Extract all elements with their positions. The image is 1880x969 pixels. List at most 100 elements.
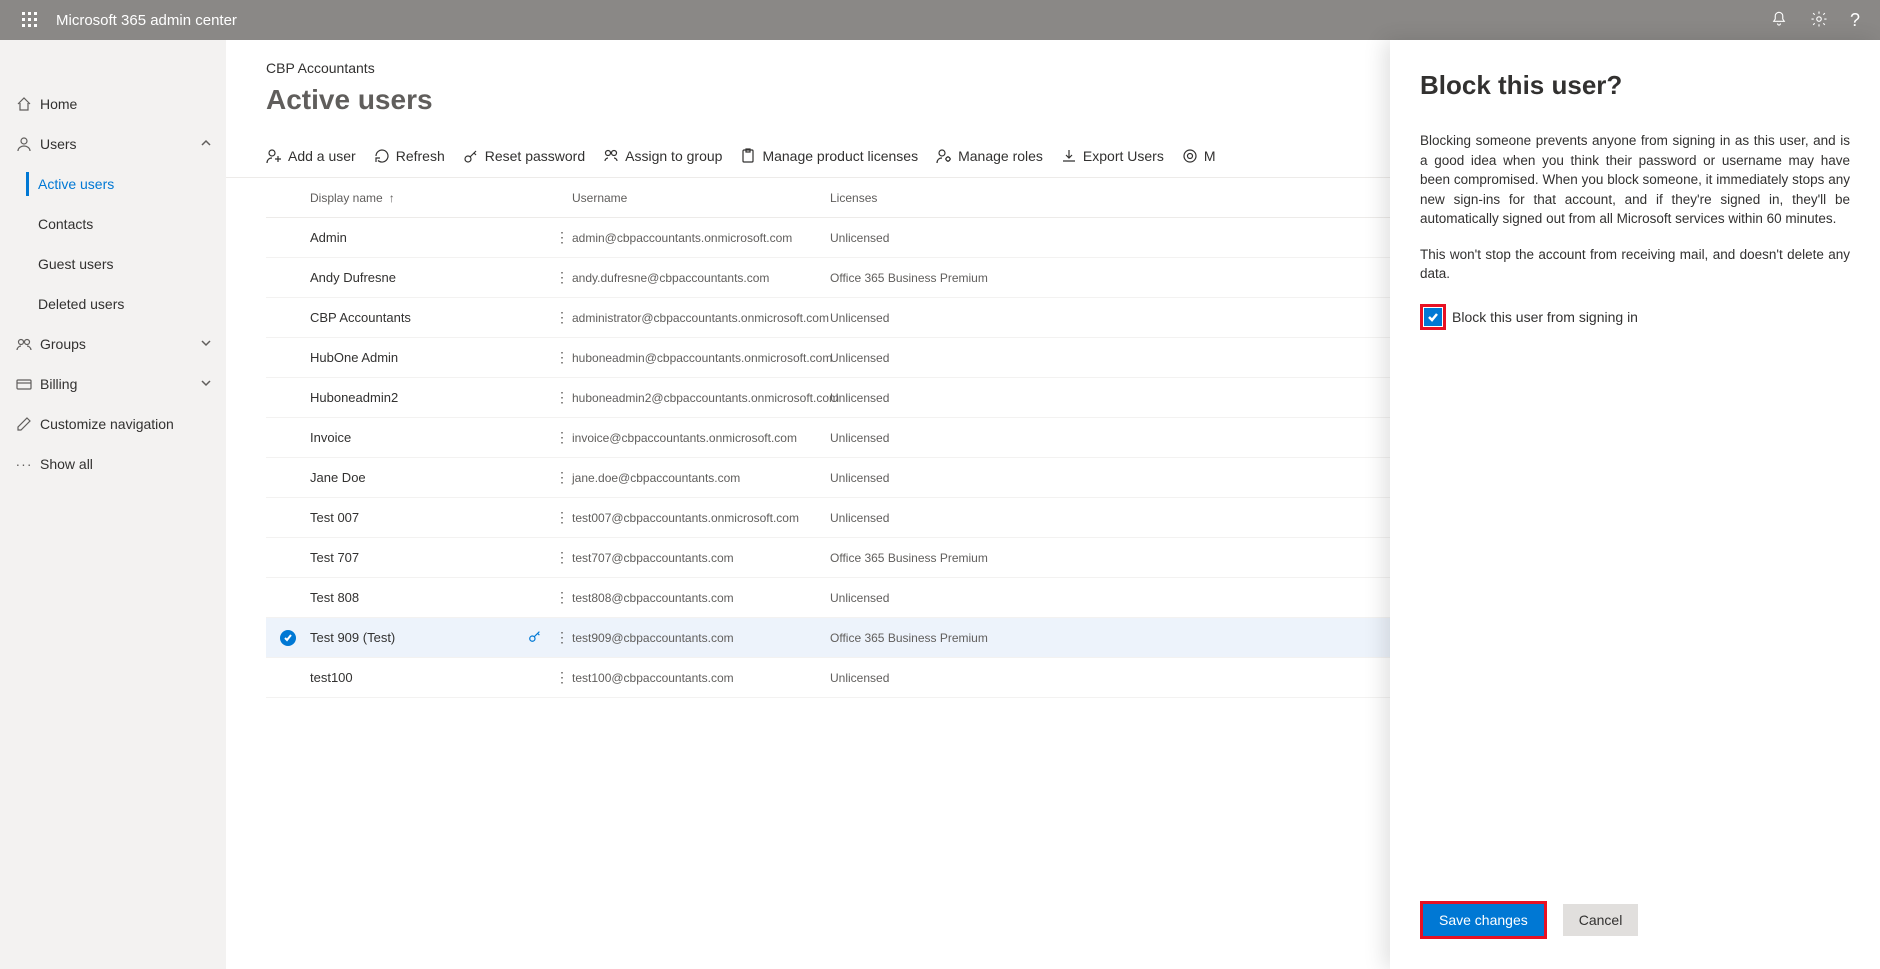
refresh-button[interactable]: Refresh [374,148,445,164]
export-users-button[interactable]: Export Users [1061,148,1164,164]
cancel-button[interactable]: Cancel [1563,904,1639,936]
row-username: test100@cbpaccountants.com [572,671,830,685]
user-icon [14,136,34,152]
manage-licenses-label: Manage product licenses [762,148,918,164]
row-more-menu[interactable]: ⋮ [552,469,572,486]
row-more-menu[interactable]: ⋮ [552,229,572,246]
row-display-name: CBP Accountants [310,310,552,325]
more-commands-label: M [1204,148,1216,164]
app-launcher-button[interactable] [10,0,50,40]
row-more-menu[interactable]: ⋮ [552,629,572,646]
nav-deleted-users-label: Deleted users [38,296,124,312]
assign-group-label: Assign to group [625,148,722,164]
nav-show-all[interactable]: ··· Show all [0,444,226,484]
nav-guest-users-label: Guest users [38,256,113,272]
assign-group-icon [603,148,619,164]
block-user-panel: Block this user? Blocking someone preven… [1390,40,1880,969]
block-signin-checkbox-highlight [1420,304,1446,330]
settings-button[interactable] [1810,10,1828,31]
col-display-name[interactable]: Display name ↑ [310,191,552,205]
row-more-menu[interactable]: ⋮ [552,509,572,526]
more-commands-button[interactable]: M [1182,148,1216,164]
row-more-menu[interactable]: ⋮ [552,349,572,366]
block-signin-checkbox[interactable] [1424,308,1442,326]
add-user-icon [266,148,282,164]
nav-show-all-label: Show all [40,456,93,472]
row-username: test007@cbpaccountants.onmicrosoft.com [572,511,830,525]
top-app-bar: Microsoft 365 admin center ? [0,0,1880,40]
bell-icon [1770,10,1788,28]
row-display-name: Test 909 (Test) [310,630,552,645]
reset-password-button[interactable]: Reset password [463,148,585,164]
row-display-name: HubOne Admin [310,350,552,365]
row-more-menu[interactable]: ⋮ [552,269,572,286]
row-more-menu[interactable]: ⋮ [552,309,572,326]
nav-deleted-users[interactable]: Deleted users [0,284,226,324]
row-username: test707@cbpaccountants.com [572,551,830,565]
nav-home[interactable]: Home [0,84,226,124]
gear-icon [1810,10,1828,28]
row-more-menu[interactable]: ⋮ [552,389,572,406]
add-user-button[interactable]: Add a user [266,148,356,164]
manage-licenses-button[interactable]: Manage product licenses [740,148,918,164]
row-display-name: Test 707 [310,550,552,565]
col-display-name-label: Display name [310,191,383,205]
chevron-up-icon [200,136,212,152]
row-display-name: Test 007 [310,510,552,525]
nav-billing-label: Billing [40,376,77,392]
nav-home-label: Home [40,96,77,112]
nav-guest-users[interactable]: Guest users [0,244,226,284]
panel-description-1: Blocking someone prevents anyone from si… [1420,131,1850,229]
manage-roles-button[interactable]: Manage roles [936,148,1043,164]
row-more-menu[interactable]: ⋮ [552,549,572,566]
row-select[interactable] [266,630,310,646]
waffle-icon [22,12,38,28]
nav-billing[interactable]: Billing [0,364,226,404]
row-display-name: Jane Doe [310,470,552,485]
row-username: test808@cbpaccountants.com [572,591,830,605]
nav-active-users[interactable]: Active users [0,164,226,204]
row-username: test909@cbpaccountants.com [572,631,830,645]
col-username[interactable]: Username [572,191,830,205]
nav-contacts[interactable]: Contacts [0,204,226,244]
panel-description-2: This won't stop the account from receivi… [1420,245,1850,284]
row-display-name: Admin [310,230,552,245]
app-title: Microsoft 365 admin center [56,12,237,29]
export-users-label: Export Users [1083,148,1164,164]
row-display-name: Invoice [310,430,552,445]
save-changes-button[interactable]: Save changes [1423,904,1544,936]
nav-customize[interactable]: Customize navigation [0,404,226,444]
col-licenses-label: Licenses [830,191,877,205]
block-signin-checkbox-label: Block this user from signing in [1452,309,1638,325]
nav-groups[interactable]: Groups [0,324,226,364]
notifications-button[interactable] [1770,10,1788,31]
pencil-icon [14,416,34,432]
roles-icon [936,148,952,164]
row-more-menu[interactable]: ⋮ [552,589,572,606]
row-more-menu[interactable]: ⋮ [552,669,572,686]
chevron-down-icon [200,376,212,392]
help-button[interactable]: ? [1850,10,1860,31]
row-more-menu[interactable]: ⋮ [552,429,572,446]
chevron-down-icon [200,336,212,352]
row-username: administrator@cbpaccountants.onmicrosoft… [572,311,830,325]
row-display-name: Test 808 [310,590,552,605]
nav-users-label: Users [40,136,77,152]
refresh-label: Refresh [396,148,445,164]
check-icon [1427,311,1439,323]
clipboard-icon [740,148,756,164]
row-username: andy.dufresne@cbpaccountants.com [572,271,830,285]
reset-password-label: Reset password [485,148,585,164]
manage-roles-label: Manage roles [958,148,1043,164]
reset-password-row-icon[interactable] [528,629,542,646]
panel-title: Block this user? [1420,70,1850,101]
nav-groups-label: Groups [40,336,86,352]
row-username: invoice@cbpaccountants.onmicrosoft.com [572,431,830,445]
row-username: huboneadmin2@cbpaccountants.onmicrosoft.… [572,391,830,405]
assign-group-button[interactable]: Assign to group [603,148,722,164]
sort-ascending-icon: ↑ [389,191,395,205]
row-username: huboneadmin@cbpaccountants.onmicrosoft.c… [572,351,830,365]
nav-users[interactable]: Users [0,124,226,164]
selected-check-icon [280,630,296,646]
nav-customize-label: Customize navigation [40,416,174,432]
